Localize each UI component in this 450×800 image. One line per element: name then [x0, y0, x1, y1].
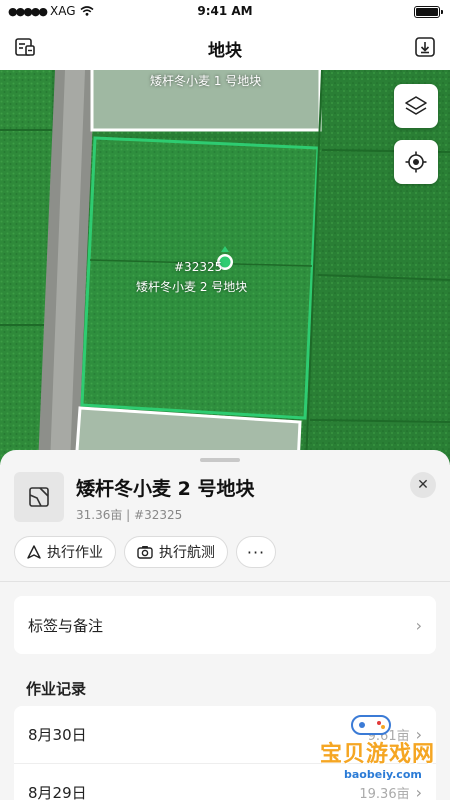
locate-button[interactable] [394, 140, 438, 184]
close-button[interactable]: ✕ [410, 472, 436, 498]
status-time: 9:41 AM [197, 4, 253, 18]
plot-shape-icon [29, 487, 49, 507]
camera-icon [137, 546, 153, 559]
status-bar: ●●●●● XAG 9:41 AM [0, 0, 450, 24]
tags-notes-row[interactable]: 标签与备注 › [14, 596, 436, 654]
section-divider [0, 581, 450, 582]
plot-title: 矮杆冬小麦 2 号地块 [76, 478, 255, 500]
download-icon[interactable] [412, 34, 438, 60]
more-button[interactable]: ··· [236, 536, 276, 568]
records-list: 8月30日 9.61亩 › 8月29日 19.36亩 › [14, 706, 436, 800]
plot-detail-sheet: 矮杆冬小麦 2 号地块 31.36亩 | #32325 ✕ 执行作业 执行航测 … [0, 450, 450, 800]
record-date: 8月29日 [28, 784, 87, 800]
execute-survey-label: 执行航测 [159, 545, 215, 561]
locate-icon [405, 151, 427, 173]
satellite-map [0, 70, 450, 465]
plot-id-label: #32325 [174, 260, 223, 274]
close-icon: ✕ [417, 477, 429, 493]
navigate-icon [27, 545, 41, 559]
records-title: 作业记录 [26, 680, 87, 698]
layers-icon [405, 96, 427, 115]
chevron-right-icon: › [415, 725, 422, 744]
more-icon: ··· [246, 542, 266, 562]
record-date: 8月30日 [28, 726, 87, 744]
nav-bar: 地块 [0, 24, 450, 70]
record-row[interactable]: 8月30日 9.61亩 › [14, 706, 436, 764]
plot-thumbnail [14, 472, 64, 522]
plot-meta: 31.36亩 | #32325 [76, 508, 183, 522]
tags-notes-label: 标签与备注 [28, 616, 104, 635]
action-bar: 执行作业 执行航测 ··· [14, 536, 276, 568]
chevron-right-icon: › [415, 615, 422, 635]
record-area: 9.61亩 [367, 729, 410, 744]
execute-survey-button[interactable]: 执行航测 [124, 536, 228, 568]
execute-task-label: 执行作业 [47, 545, 103, 561]
plot-label-top[interactable]: 矮杆冬小麦 1 号地块 [150, 72, 261, 89]
record-area: 19.36亩 [359, 787, 410, 800]
page-title: 地块 [208, 41, 242, 61]
sheet-grabber[interactable] [200, 458, 240, 462]
layers-button[interactable] [394, 84, 438, 128]
battery-icon [414, 6, 443, 18]
map-view[interactable]: 矮杆冬小麦 1 号地块 #32325 矮杆冬小麦 2 号地块 [0, 70, 450, 465]
plot-label-selected[interactable]: 矮杆冬小麦 2 号地块 [136, 278, 247, 295]
execute-task-button[interactable]: 执行作业 [14, 536, 116, 568]
chevron-right-icon: › [415, 783, 422, 800]
record-row[interactable]: 8月29日 19.36亩 › [14, 764, 436, 800]
